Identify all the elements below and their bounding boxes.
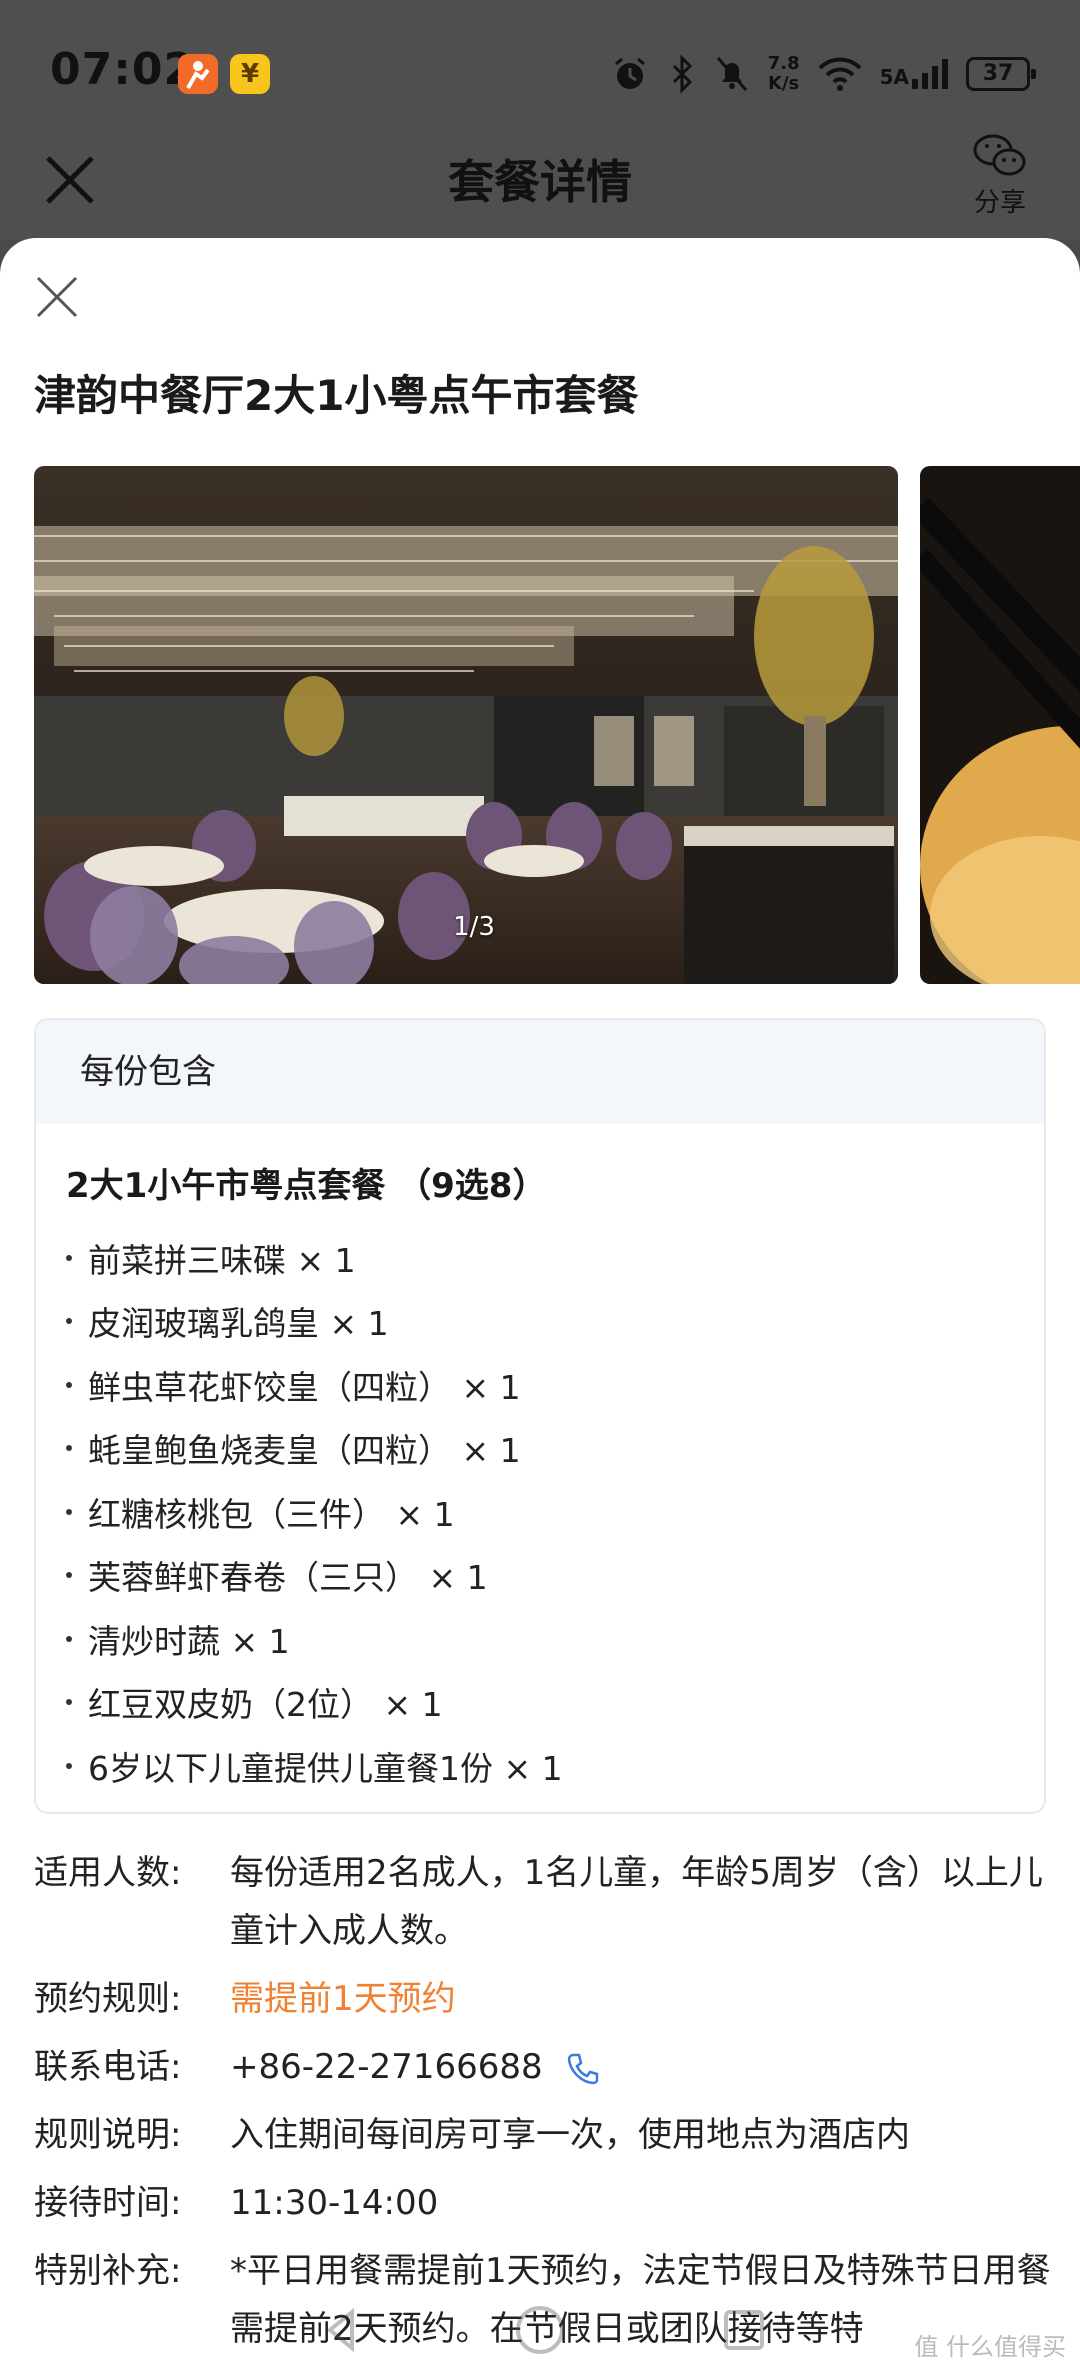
phone-row[interactable]: 联系电话: +86-22-27166688 — [34, 2038, 1054, 2096]
system-nav-bar: 值 什么值得买 — [0, 2300, 1080, 2378]
booking-label: 预约规则: — [34, 1979, 182, 2019]
status-bar: 07:02 ¥ 7.8 K/s 5A 37 — [0, 0, 1080, 140]
share-button[interactable]: 分享 — [960, 132, 1040, 219]
signal-bars-icon — [912, 59, 948, 89]
phone-value-wrap[interactable]: +86-22-27166688 — [230, 2038, 1054, 2096]
bullet-icon — [66, 1381, 72, 1388]
item-text: 6岁以下儿童提供儿童餐1份 × 1 — [88, 1748, 563, 1788]
package-contents-card: 每份包含 2大1小午市粤点套餐 （9选8） 前菜拼三味碟 × 1 皮润玻璃乳鸽皇… — [34, 1018, 1046, 1814]
network-speed: 7.8 K/s — [768, 54, 800, 94]
share-label: 分享 — [973, 188, 1026, 218]
app-notification-icon — [178, 54, 218, 94]
list-item: 红糖核桃包（三件） × 1 — [62, 1480, 563, 1544]
list-item: 芙蓉鲜虾春卷（三只） × 1 — [62, 1544, 563, 1608]
bullet-icon — [66, 1699, 72, 1706]
package-item-list: 前菜拼三味碟 × 1 皮润玻璃乳鸽皇 × 1 鲜虫草花虾饺皇（四粒） × 1 蚝… — [62, 1226, 563, 1798]
bluetooth-icon — [672, 54, 692, 94]
list-item: 蚝皇鲍鱼烧麦皇（四粒） × 1 — [62, 1417, 563, 1481]
phone-number[interactable]: +86-22-27166688 — [230, 2047, 543, 2087]
restaurant-photo[interactable]: 1/3 — [34, 466, 898, 984]
rules-row: 规则说明: 入住期间每间房可享一次，使用地点为酒店内 — [34, 2106, 1054, 2164]
applicable-value: 每份适用2名成人，1名儿童，年龄5周岁（含）以上儿童计入成人数。 — [230, 1853, 1043, 1951]
item-text: 皮润玻璃乳鸽皇 × 1 — [88, 1304, 389, 1344]
recents-icon[interactable] — [720, 2306, 768, 2354]
bullet-icon — [66, 1635, 72, 1642]
bullet-icon — [66, 1762, 72, 1769]
cell-signal: 5A — [880, 59, 948, 89]
rules-label: 规则说明: — [34, 2115, 182, 2155]
item-text: 蚝皇鲍鱼烧麦皇（四粒） × 1 — [88, 1431, 521, 1471]
watermark: 值 什么值得买 — [914, 2333, 1066, 2361]
top-nav-bar: 套餐详情 分享 — [0, 120, 1080, 240]
list-item: 鲜虫草花虾饺皇（四粒） × 1 — [62, 1353, 563, 1417]
item-text: 红糖核桃包（三件） × 1 — [88, 1494, 455, 1534]
network-speed-unit: K/s — [768, 73, 800, 94]
phone-label: 联系电话: — [34, 2047, 182, 2087]
page-title: 套餐详情 — [448, 155, 632, 209]
photo-gallery[interactable]: 1/3 — [34, 466, 1080, 984]
bullet-icon — [66, 1318, 72, 1325]
rules-value: 入住期间每间房可享一次，使用地点为酒店内 — [230, 2115, 910, 2155]
item-text: 前菜拼三味碟 × 1 — [88, 1240, 356, 1280]
alarm-icon — [614, 57, 645, 89]
next-photo-preview[interactable] — [920, 466, 1080, 984]
status-time: 07:02 — [50, 44, 196, 95]
package-title: 津韵中餐厅2大1小粤点午市套餐 — [34, 371, 639, 420]
bullet-icon — [66, 1254, 72, 1261]
item-text: 芙蓉鲜虾春卷（三只） × 1 — [88, 1558, 488, 1598]
back-icon[interactable] — [318, 2306, 366, 2354]
bullet-icon — [66, 1572, 72, 1579]
gallery-counter: 1/3 — [453, 912, 495, 942]
phone-icon[interactable] — [565, 2051, 601, 2087]
package-detail-sheet: 津韵中餐厅2大1小粤点午市套餐 1/3 每份包含 2大1小午市粤点套餐 （9选8… — [0, 238, 1080, 2378]
sheet-close-icon[interactable] — [34, 274, 80, 320]
payment-app-icon: ¥ — [230, 54, 270, 94]
hours-row: 接待时间: 11:30-14:00 — [34, 2174, 1054, 2232]
booking-value: 需提前1天预约 — [230, 1979, 456, 2019]
list-item: 清炒时蔬 × 1 — [62, 1607, 563, 1671]
package-name: 2大1小午市粤点套餐 （9选8） — [66, 1166, 547, 1206]
bullet-icon — [66, 1508, 72, 1515]
booking-row: 预约规则: 需提前1天预约 — [34, 1970, 1054, 2028]
wifi-icon — [818, 57, 862, 91]
applicable-row: 适用人数: 每份适用2名成人，1名儿童，年龄5周岁（含）以上儿童计入成人数。 — [34, 1844, 1054, 1960]
list-item: 6岁以下儿童提供儿童餐1份 × 1 — [62, 1734, 563, 1798]
list-item: 前菜拼三味碟 × 1 — [62, 1226, 563, 1290]
mute-icon — [716, 57, 747, 91]
item-text: 红豆双皮奶（2位） × 1 — [88, 1685, 443, 1725]
package-info: 适用人数: 每份适用2名成人，1名儿童，年龄5周岁（含）以上儿童计入成人数。 预… — [34, 1844, 1054, 2368]
applicable-label: 适用人数: — [34, 1853, 182, 1893]
home-icon[interactable] — [514, 2304, 566, 2356]
contents-header: 每份包含 — [36, 1020, 1044, 1124]
item-text: 清炒时蔬 × 1 — [88, 1621, 290, 1661]
bullet-icon — [66, 1445, 72, 1452]
item-text: 鲜虫草花虾饺皇（四粒） × 1 — [88, 1367, 521, 1407]
hours-value: 11:30-14:00 — [230, 2183, 439, 2223]
list-item: 红豆双皮奶（2位） × 1 — [62, 1671, 563, 1735]
status-icons: 7.8 K/s 5A 37 — [610, 50, 1036, 98]
wechat-icon — [973, 134, 1026, 176]
network-speed-value: 7.8 — [767, 53, 800, 74]
list-item: 皮润玻璃乳鸽皇 × 1 — [62, 1290, 563, 1354]
hours-label: 接待时间: — [34, 2183, 182, 2223]
signal-label: 5A — [879, 65, 909, 89]
battery-indicator: 37 — [966, 57, 1036, 91]
